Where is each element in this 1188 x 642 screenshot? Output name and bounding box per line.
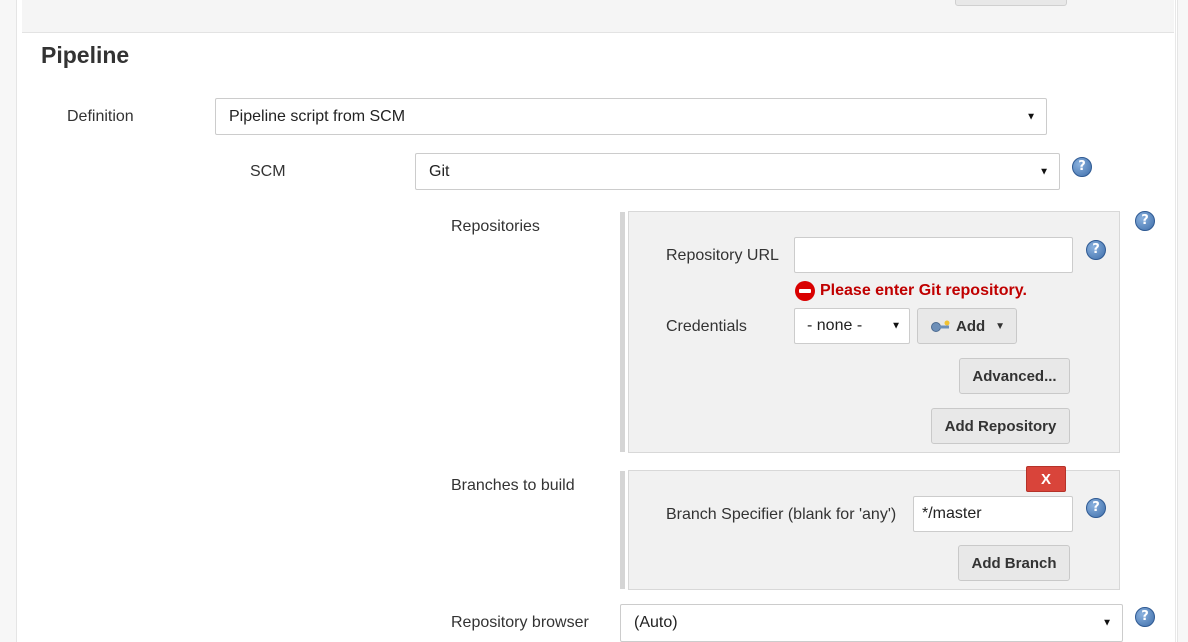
repository-browser-select-value: (Auto) — [634, 614, 678, 631]
help-icon[interactable]: ? — [1086, 240, 1106, 260]
previous-section — [22, 0, 1174, 33]
previous-section-button[interactable] — [955, 0, 1067, 6]
key-icon — [931, 320, 950, 332]
caret-down-icon: ▼ — [1026, 111, 1036, 122]
repository-browser-label: Repository browser — [451, 614, 589, 631]
credentials-label: Credentials — [666, 318, 747, 335]
divider — [1175, 0, 1176, 642]
branches-label: Branches to build — [451, 477, 575, 494]
section-title: Pipeline — [41, 42, 130, 68]
error-icon — [795, 281, 815, 301]
branches-panel-bar — [620, 471, 625, 589]
scm-select[interactable]: Git ▼ — [415, 153, 1060, 190]
delete-branch-button[interactable]: X — [1026, 466, 1066, 492]
scm-label: SCM — [250, 163, 286, 180]
caret-down-icon: ▼ — [1039, 166, 1049, 177]
add-branch-button[interactable]: Add Branch — [958, 545, 1070, 581]
help-icon[interactable]: ? — [1086, 498, 1106, 518]
add-credentials-button[interactable]: Add ▼ — [917, 308, 1017, 344]
add-credentials-label: Add — [956, 317, 986, 335]
definition-label: Definition — [67, 108, 134, 125]
add-repository-button[interactable]: Add Repository — [931, 408, 1070, 444]
caret-down-icon: ▼ — [891, 320, 901, 332]
repositories-label: Repositories — [451, 218, 540, 235]
credentials-select[interactable]: - none - ▼ — [794, 308, 910, 344]
definition-select-value: Pipeline script from SCM — [229, 107, 406, 125]
help-icon[interactable]: ? — [1135, 211, 1155, 231]
help-icon[interactable]: ? — [1135, 607, 1155, 627]
repository-url-label: Repository URL — [666, 247, 779, 264]
caret-down-icon: ▼ — [1102, 617, 1112, 629]
branch-specifier-label: Branch Specifier (blank for 'any') — [666, 506, 897, 523]
repository-browser-select[interactable]: (Auto) ▼ — [620, 604, 1123, 642]
repositories-panel-bar — [620, 212, 625, 452]
definition-select[interactable]: Pipeline script from SCM ▼ — [215, 98, 1047, 135]
help-icon[interactable]: ? — [1072, 157, 1092, 177]
advanced-button[interactable]: Advanced... — [959, 358, 1070, 394]
scm-select-value: Git — [429, 162, 450, 180]
caret-down-icon: ▼ — [995, 320, 1006, 332]
repository-url-input[interactable] — [794, 237, 1073, 273]
branch-specifier-input[interactable]: */master — [913, 496, 1073, 532]
repository-url-error: Please enter Git repository. — [820, 282, 1027, 299]
credentials-select-value: - none - — [807, 317, 863, 334]
